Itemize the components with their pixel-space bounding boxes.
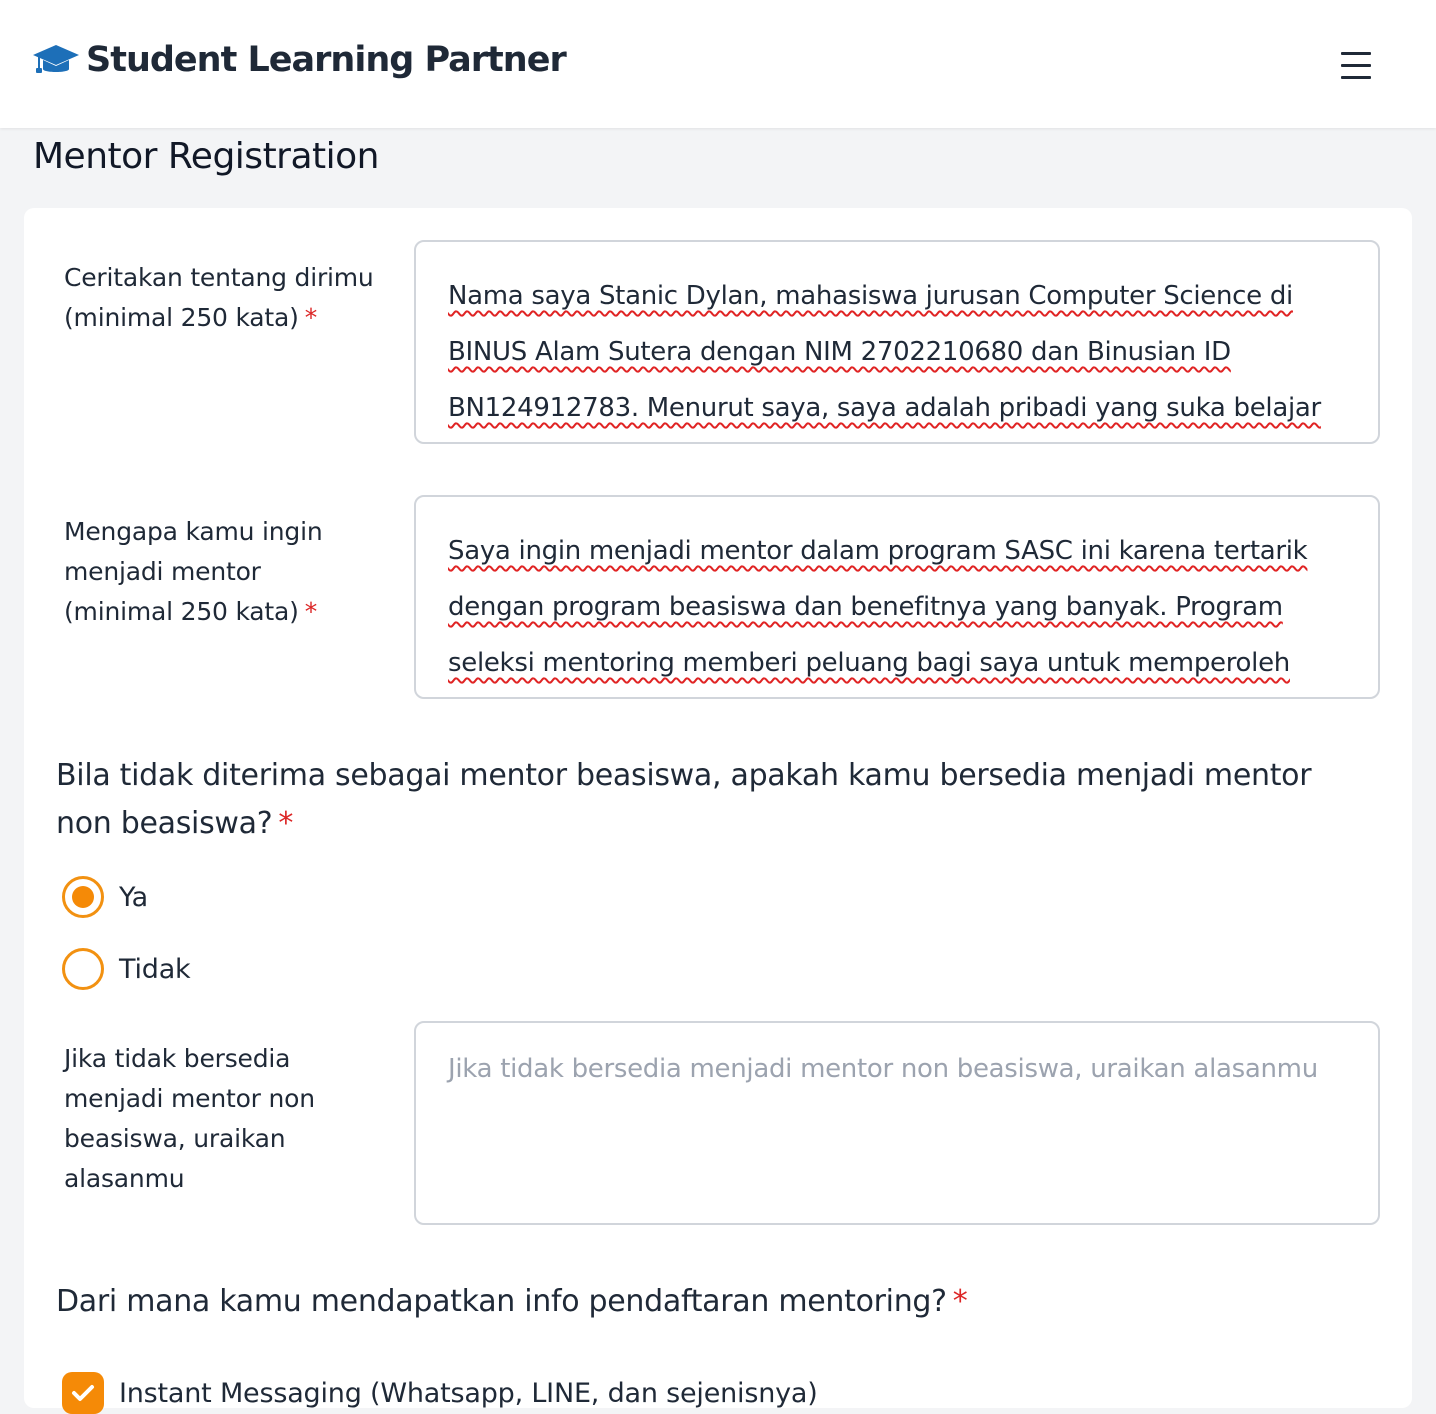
hamburger-menu-button[interactable]	[1330, 40, 1382, 92]
radio-button-tidak[interactable]	[62, 948, 104, 990]
hamburger-menu-icon	[1341, 52, 1371, 79]
motivation-label: Mengapa kamu ingin menjadi mentor (minim…	[64, 512, 364, 632]
brand-name: Student Learning Partner	[86, 40, 567, 80]
motivation-textarea-value: Saya ingin menjadi mentor dalam program …	[448, 536, 1308, 678]
info-source-question-text: Dari mana kamu mendapatkan info pendafta…	[56, 1284, 947, 1319]
radio-button-ya[interactable]	[62, 876, 104, 918]
about-textarea-value: Nama saya Stanic Dylan, mahasiswa jurusa…	[448, 281, 1321, 423]
brand[interactable]: Student Learning Partner	[32, 40, 567, 80]
reason-textarea-placeholder: Jika tidak bersedia menjadi mentor non b…	[448, 1054, 1318, 1084]
about-textarea[interactable]: Nama saya Stanic Dylan, mahasiswa jurusa…	[414, 240, 1380, 444]
motivation-label-text: Mengapa kamu ingin menjadi mentor (minim…	[64, 517, 323, 626]
page-title: Mentor Registration	[33, 136, 380, 177]
about-label-text: Ceritakan tentang dirimu (minimal 250 ka…	[64, 263, 374, 332]
radio-label-tidak: Tidak	[119, 953, 191, 985]
graduation-cap-icon	[33, 45, 79, 73]
top-navbar: Student Learning Partner	[0, 0, 1436, 128]
radio-option-tidak[interactable]: Tidak	[62, 948, 191, 990]
reason-textarea[interactable]: Jika tidak bersedia menjadi mentor non b…	[414, 1021, 1380, 1225]
checkbox-label-instant-messaging: Instant Messaging (Whatsapp, LINE, dan s…	[119, 1377, 818, 1409]
non-scholarship-question: Bila tidak diterima sebagai mentor beasi…	[56, 752, 1356, 848]
non-scholarship-question-text: Bila tidak diterima sebagai mentor beasi…	[56, 758, 1312, 841]
registration-form-card: Ceritakan tentang dirimu (minimal 250 ka…	[24, 208, 1412, 1414]
required-marker: *	[304, 597, 318, 626]
checkbox-option-instant-messaging[interactable]: Instant Messaging (Whatsapp, LINE, dan s…	[62, 1372, 818, 1414]
required-marker: *	[304, 303, 318, 332]
reason-label-text: Jika tidak bersedia menjadi mentor non b…	[64, 1044, 315, 1193]
radio-selected-dot	[72, 886, 94, 908]
reason-label: Jika tidak bersedia menjadi mentor non b…	[64, 1039, 354, 1199]
checkmark-icon	[72, 1385, 94, 1401]
checkbox-instant-messaging[interactable]	[62, 1372, 104, 1414]
radio-option-ya[interactable]: Ya	[62, 876, 148, 918]
motivation-textarea[interactable]: Saya ingin menjadi mentor dalam program …	[414, 495, 1380, 699]
radio-label-ya: Ya	[119, 881, 148, 913]
about-label: Ceritakan tentang dirimu (minimal 250 ka…	[64, 258, 394, 338]
required-marker: *	[952, 1284, 968, 1319]
required-marker: *	[278, 806, 294, 841]
info-source-question: Dari mana kamu mendapatkan info pendafta…	[56, 1278, 1356, 1326]
